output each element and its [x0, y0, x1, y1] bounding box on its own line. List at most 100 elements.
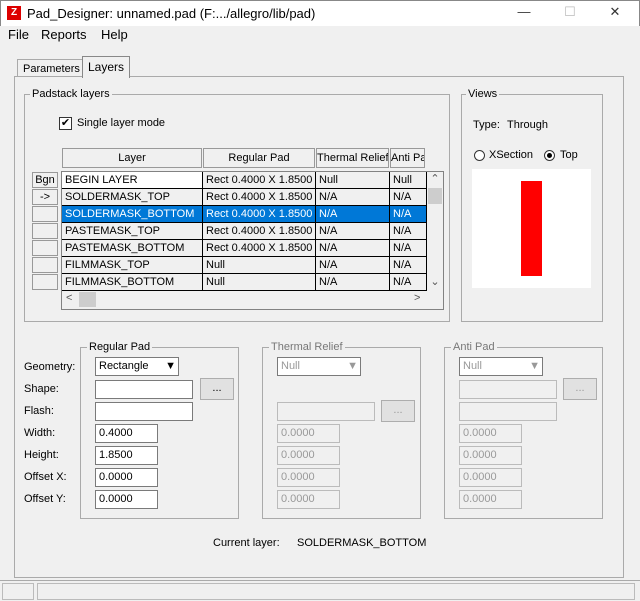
tab-layers[interactable]: Layers	[82, 56, 131, 78]
tab-parameters[interactable]: Parameters	[17, 59, 86, 77]
regular-pad-cell[interactable]: Null	[203, 257, 316, 274]
regular-pad-cell[interactable]: Rect 0.4000 X 1.8500	[203, 240, 316, 257]
single-layer-checkbox[interactable]: ✔	[59, 117, 72, 130]
thermal-offset-x-input[interactable]: 0.0000	[277, 468, 340, 487]
horizontal-scroll-thumb[interactable]	[79, 292, 96, 307]
thermal-offset-y-input[interactable]: 0.0000	[277, 490, 340, 509]
anti-pad-label: Anti Pad	[451, 341, 497, 353]
thermal-width-input[interactable]: 0.0000	[277, 424, 340, 443]
anti-height-input[interactable]: 0.0000	[459, 446, 522, 465]
field-label: Width:	[24, 427, 56, 439]
field-label: Offset X:	[24, 471, 67, 483]
scroll-left-icon[interactable]: <	[66, 292, 72, 304]
app-icon: Z	[7, 6, 21, 20]
row-button[interactable]	[32, 240, 58, 256]
layer-cell[interactable]: FILMMASK_TOP	[62, 257, 203, 274]
top-radio[interactable]	[544, 150, 555, 161]
thermal-relief-cell[interactable]: Null	[316, 172, 390, 189]
close-button[interactable]: ✕	[600, 4, 630, 24]
row-button[interactable]	[32, 274, 58, 290]
regular-flash-input[interactable]	[95, 402, 193, 421]
layer-cell[interactable]: BEGIN LAYER	[62, 172, 203, 189]
thermal-relief-cell[interactable]: N/A	[316, 274, 390, 291]
regular-offset-x-input[interactable]: 0.0000	[95, 468, 158, 487]
anti-pad-cell[interactable]: N/A	[390, 240, 427, 257]
regular-shape-browse-button[interactable]: ...	[200, 378, 234, 400]
scroll-right-icon[interactable]: >	[414, 292, 420, 304]
regular-geometry-value: Rectangle	[99, 360, 149, 372]
type-value: Through	[507, 119, 548, 131]
row-button[interactable]	[32, 206, 58, 222]
header-regular-pad[interactable]: Regular Pad	[203, 148, 315, 168]
anti-pad-cell[interactable]: N/A	[390, 189, 427, 206]
regular-width-input[interactable]: 0.4000	[95, 424, 158, 443]
layer-cell[interactable]: PASTEMASK_TOP	[62, 223, 203, 240]
status-bar	[0, 580, 640, 601]
row-button[interactable]	[32, 223, 58, 239]
regular-pad-cell[interactable]: Rect 0.4000 X 1.8500	[203, 189, 316, 206]
chevron-down-icon: ▼	[165, 360, 176, 372]
views-label: Views	[466, 88, 500, 100]
scroll-down-icon[interactable]: ⌄	[427, 275, 443, 288]
scroll-up-icon[interactable]: ⌃	[427, 172, 443, 185]
thermal-geometry-value: Null	[281, 360, 300, 372]
horizontal-scrollbar[interactable]: < >	[62, 291, 427, 308]
regular-pad-cell[interactable]: Rect 0.4000 X 1.8500	[203, 206, 316, 223]
anti-pad-cell[interactable]: N/A	[390, 257, 427, 274]
chevron-down-icon: ▼	[529, 360, 540, 372]
menu-reports[interactable]: Reports	[41, 27, 87, 42]
anti-pad-cell[interactable]: Null	[390, 172, 427, 189]
maximize-button[interactable]: ☐	[555, 4, 585, 24]
thermal-relief-cell[interactable]: N/A	[316, 223, 390, 240]
regular-pad-label: Regular Pad	[87, 341, 153, 353]
row-button[interactable]: ->	[32, 189, 58, 205]
status-pane-2	[37, 583, 635, 600]
menu-help[interactable]: Help	[101, 27, 128, 42]
type-label: Type:	[473, 119, 500, 131]
thermal-relief-label: Thermal Relief	[269, 341, 345, 353]
anti-offset-y-input[interactable]: 0.0000	[459, 490, 522, 509]
anti-pad-cell[interactable]: N/A	[390, 206, 427, 223]
regular-offset-y-input[interactable]: 0.0000	[95, 490, 158, 509]
xsection-radio[interactable]	[474, 150, 485, 161]
anti-browse-button[interactable]: ...	[563, 378, 597, 400]
thermal-relief-cell[interactable]: N/A	[316, 206, 390, 223]
current-layer-value: SOLDERMASK_BOTTOM	[297, 537, 427, 549]
anti-pad-cell[interactable]: N/A	[390, 274, 427, 291]
vertical-scrollbar[interactable]: ⌃ ⌄	[427, 172, 443, 291]
anti-width-input[interactable]: 0.0000	[459, 424, 522, 443]
thermal-relief-cell[interactable]: N/A	[316, 257, 390, 274]
regular-height-input[interactable]: 1.8500	[95, 446, 158, 465]
anti-offset-x-input[interactable]: 0.0000	[459, 468, 522, 487]
header-layer[interactable]: Layer	[62, 148, 202, 168]
thermal-relief-cell[interactable]: N/A	[316, 189, 390, 206]
regular-pad-cell[interactable]: Rect 0.4000 X 1.8500	[203, 172, 316, 189]
thermal-relief-cell[interactable]: N/A	[316, 240, 390, 257]
layer-cell[interactable]: SOLDERMASK_TOP	[62, 189, 203, 206]
layer-cell[interactable]: SOLDERMASK_BOTTOM	[62, 206, 203, 223]
menu-file[interactable]: File	[8, 27, 29, 42]
anti-flash-input[interactable]	[459, 402, 557, 421]
regular-pad-cell[interactable]: Null	[203, 274, 316, 291]
anti-pad-cell[interactable]: N/A	[390, 223, 427, 240]
window-title: Pad_Designer: unnamed.pad (F:.../allegro…	[27, 6, 316, 21]
regular-geometry-select[interactable]: Rectangle ▼	[95, 357, 179, 376]
anti-shape-input[interactable]	[459, 380, 557, 399]
row-button[interactable]: Bgn	[32, 172, 58, 188]
thermal-geometry-select[interactable]: Null ▼	[277, 357, 361, 376]
regular-shape-input[interactable]	[95, 380, 193, 399]
layer-cell[interactable]: PASTEMASK_BOTTOM	[62, 240, 203, 257]
thermal-height-input[interactable]: 0.0000	[277, 446, 340, 465]
header-anti-pad[interactable]: Anti Pad	[390, 148, 425, 168]
anti-geometry-select[interactable]: Null ▼	[459, 357, 543, 376]
minimize-button[interactable]: —	[509, 4, 539, 24]
row-button[interactable]	[32, 257, 58, 273]
thermal-browse-button[interactable]: ...	[381, 400, 415, 422]
xsection-label: XSection	[489, 149, 534, 161]
thermal-flash-input[interactable]	[277, 402, 375, 421]
layer-cell[interactable]: FILMMASK_BOTTOM	[62, 274, 203, 291]
regular-pad-cell[interactable]: Rect 0.4000 X 1.8500	[203, 223, 316, 240]
status-pane-1	[2, 583, 34, 600]
vertical-scroll-thumb[interactable]	[428, 188, 442, 204]
header-thermal-relief[interactable]: Thermal Relief	[316, 148, 389, 168]
